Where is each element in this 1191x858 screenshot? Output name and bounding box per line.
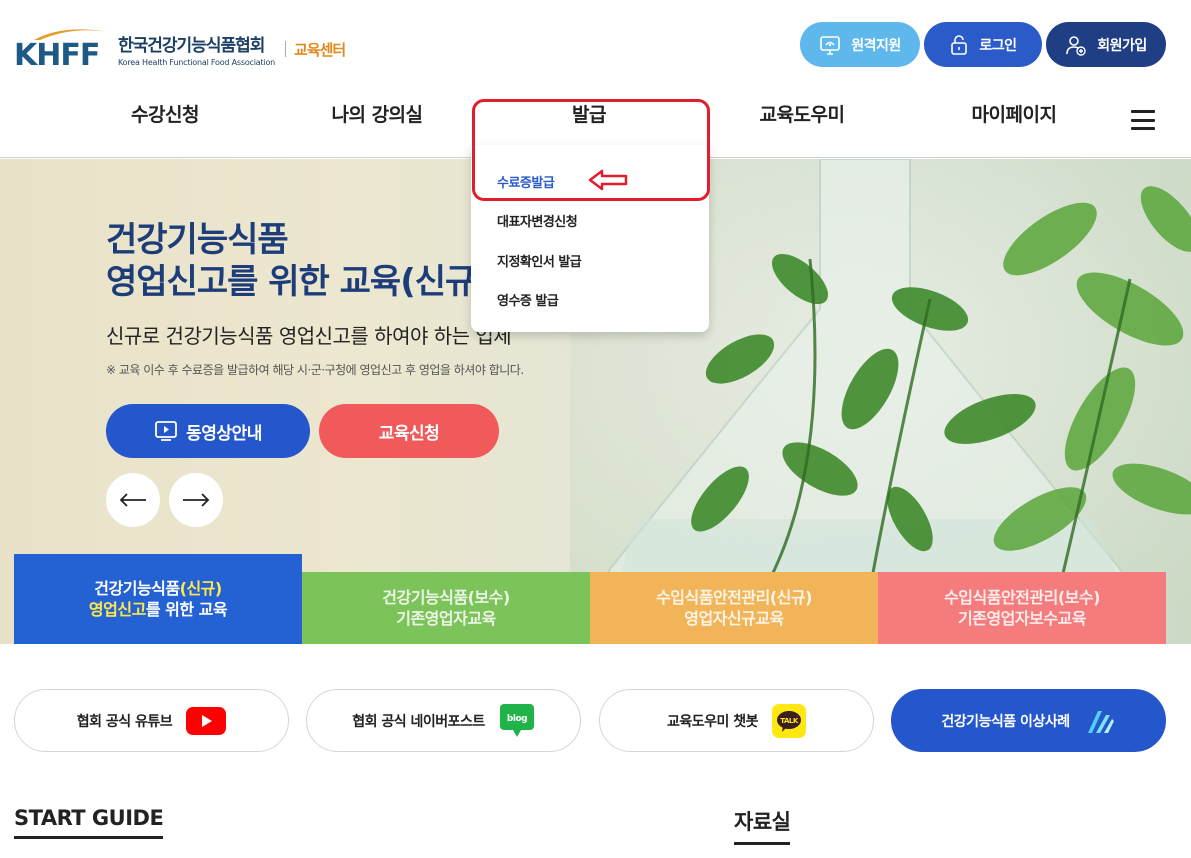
hamburger-menu-icon[interactable] <box>1131 110 1155 130</box>
apply-education-button[interactable]: 교육신청 <box>319 404 499 458</box>
tab-health-food-new-line1: 건강기능식품(신규) <box>94 579 222 598</box>
tab-import-food-new-line2: 영업자신규교육 <box>684 609 784 628</box>
nav-item-education-helper[interactable]: 교육도우미 <box>760 100 845 127</box>
tab-import-food-refresher-line2: 기존영업자보수교육 <box>958 609 1086 628</box>
youtube-icon <box>186 706 227 735</box>
nav-item-course-registration[interactable]: 수강신청 <box>131 100 199 127</box>
user-add-icon <box>1066 35 1086 56</box>
tab-import-food-new[interactable]: 수입식품안전관리(신규) 영업자신규교육 <box>590 572 878 644</box>
library-title[interactable]: 자료실 <box>734 806 791 845</box>
hero-title-line2: 영업신고를 위한 교육(신규) <box>106 262 491 302</box>
video-guide-button[interactable]: 동영상안내 <box>106 404 310 458</box>
apply-education-label: 교육신청 <box>378 423 440 444</box>
video-play-icon <box>155 421 178 441</box>
logo-korean-name: 한국건강기능식품협회 <box>118 36 265 56</box>
site-logo[interactable]: KHFF 한국건강기능식품협회 Korea Health Functional … <box>14 26 346 73</box>
dropdown-item-certificate[interactable]: 수료증발급 <box>497 172 555 191</box>
login-button[interactable]: 로그인 <box>924 22 1042 67</box>
adverse-event-link-button[interactable]: 건강기능식품 이상사례 <box>891 689 1166 752</box>
start-guide-title: START GUIDE <box>14 806 164 839</box>
tab-health-food-new-line2: 영업신고를 위한 교육 <box>88 600 228 619</box>
chatbot-link-label: 교육도우미 챗봇 <box>666 713 759 730</box>
main-nav: 수강신청 나의 강의실 발급 교육도우미 마이페이지 <box>0 100 1191 142</box>
video-guide-label: 동영상안내 <box>186 423 262 444</box>
naver-post-link-button[interactable]: 협회 공식 네이버포스트 blog <box>306 689 581 752</box>
naver-post-link-label: 협회 공식 네이버포스트 <box>352 713 485 730</box>
report-icon <box>1087 710 1114 733</box>
signup-label: 회원가입 <box>1097 37 1147 54</box>
nav-item-my-classroom[interactable]: 나의 강의실 <box>331 100 423 127</box>
hero-subtitle: 신규로 건강기능식품 영업신고를 하여야 하는 업체 <box>106 324 512 348</box>
tab-import-food-new-line1: 수입식품안전관리(신규) <box>656 588 812 607</box>
khff-logo-mark: KHFF <box>14 26 114 73</box>
site-header: KHFF 한국건강기능식품협회 Korea Health Functional … <box>0 0 1191 158</box>
tab-health-food-refresher-line2: 기존영업자교육 <box>396 609 496 628</box>
svg-text:TALK: TALK <box>780 717 799 725</box>
adverse-event-link-label: 건강기능식품 이상사례 <box>941 713 1070 730</box>
dropdown-item-representative-change[interactable]: 대표자변경신청 <box>497 211 578 230</box>
logo-text: 한국건강기능식품협회 Korea Health Functional Food … <box>118 31 275 67</box>
youtube-link-label: 협회 공식 유튜브 <box>76 713 173 730</box>
logo-center-label: 교육센터 <box>294 40 346 59</box>
hero-title: 건강기능식품 영업신고를 위한 교육(신규) <box>106 219 491 303</box>
slide-next-button[interactable] <box>169 473 223 527</box>
logo-letters: KHFF <box>14 38 100 73</box>
svg-text:blog: blog <box>507 714 527 724</box>
chatbot-link-button[interactable]: 교육도우미 챗봇 TALK <box>599 689 874 752</box>
nav-item-issuance[interactable]: 발급 <box>572 100 606 127</box>
dropdown-item-designation-confirmation[interactable]: 지정확인서 발급 <box>497 251 582 270</box>
logo-english-name: Korea Health Functional Food Association <box>118 58 276 67</box>
login-label: 로그인 <box>979 37 1017 54</box>
hero-title-line1: 건강기능식품 <box>106 220 289 260</box>
slide-prev-button[interactable] <box>106 473 160 527</box>
tab-health-food-refresher-line1: 건강기능식품(보수) <box>382 588 510 607</box>
tab-import-food-refresher[interactable]: 수입식품안전관리(보수) 기존영업자보수교육 <box>878 572 1166 644</box>
blog-icon: blog <box>499 703 534 737</box>
lock-icon <box>951 34 968 55</box>
remote-support-button[interactable]: 원격지원 <box>800 22 920 67</box>
monitor-icon <box>820 35 841 55</box>
nav-item-mypage[interactable]: 마이페이지 <box>972 100 1057 127</box>
remote-support-label: 원격지원 <box>851 37 901 54</box>
signup-button[interactable]: 회원가입 <box>1046 22 1166 67</box>
tab-health-food-refresher[interactable]: 건강기능식품(보수) 기존영업자교육 <box>302 572 590 644</box>
kakaotalk-icon: TALK <box>772 703 807 738</box>
tab-import-food-refresher-line1: 수입식품안전관리(보수) <box>944 588 1100 607</box>
logo-divider <box>285 41 287 57</box>
tab-health-food-new[interactable]: 건강기능식품(신규) 영업신고를 위한 교육 <box>14 554 302 644</box>
dropdown-item-receipt[interactable]: 영수증 발급 <box>497 290 559 309</box>
annotation-arrow-left-icon <box>588 169 628 191</box>
hero-note: ※ 교육 이수 후 수료증을 발급하여 해당 시·군·구청에 영업신고 후 영업… <box>106 363 524 377</box>
arrow-left-icon <box>119 493 146 507</box>
arrow-right-icon <box>183 493 210 507</box>
youtube-link-button[interactable]: 협회 공식 유튜브 <box>14 689 289 752</box>
